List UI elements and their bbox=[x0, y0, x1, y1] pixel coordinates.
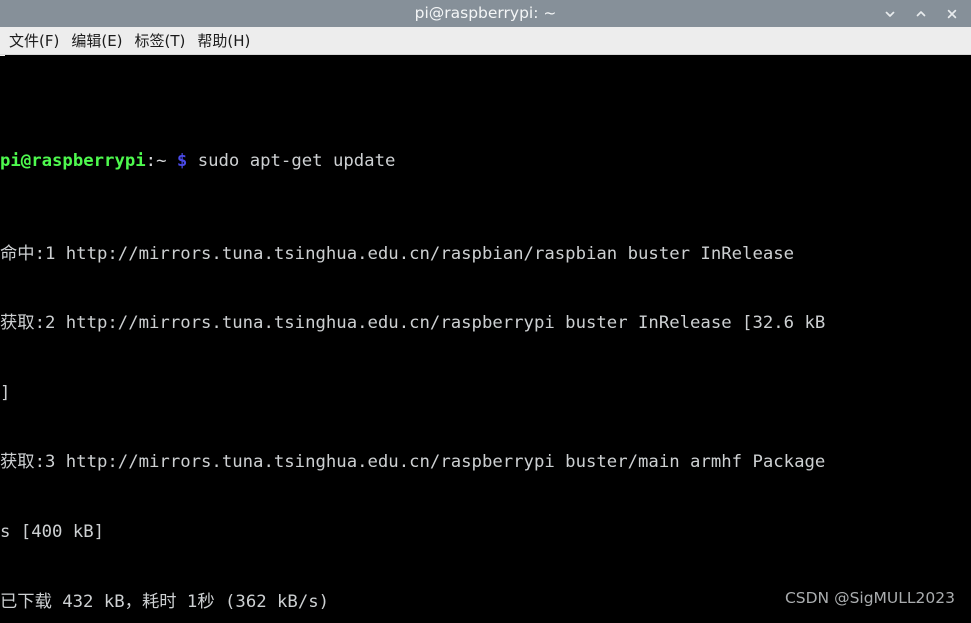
terminal-command-text: sudo apt-get update bbox=[197, 150, 396, 171]
prompt-sigil: $ bbox=[176, 150, 188, 171]
terminal-line-output: 命中:1 http://mirrors.tuna.tsinghua.edu.cn… bbox=[0, 243, 795, 264]
minimize-icon[interactable] bbox=[874, 0, 905, 27]
close-icon[interactable] bbox=[936, 0, 967, 27]
title-bar[interactable]: pi@raspberrypi: ~ bbox=[0, 0, 971, 27]
prompt-path: ~ bbox=[156, 150, 167, 171]
terminal-output: pi@raspberrypi:~ $ sudo apt-get update 命… bbox=[0, 56, 971, 623]
terminal-window: pi@raspberrypi: ~ 文件(F) 编辑(E) 标签(T) 帮助(H… bbox=[0, 0, 971, 623]
menu-item-file[interactable]: 文件(F) bbox=[3, 28, 65, 54]
menu-item-help[interactable]: 帮助(H) bbox=[191, 28, 256, 54]
terminal-line-output: s [400 kB] bbox=[0, 521, 105, 542]
window-controls bbox=[874, 0, 967, 27]
maximize-icon[interactable] bbox=[905, 0, 936, 27]
terminal-line-output: 获取:3 http://mirrors.tuna.tsinghua.edu.cn… bbox=[0, 452, 826, 473]
prompt-separator: : bbox=[145, 150, 157, 171]
menu-item-tabs[interactable]: 标签(T) bbox=[129, 28, 192, 54]
menu-bar: 文件(F) 编辑(E) 标签(T) 帮助(H) bbox=[0, 27, 971, 55]
prompt-user-host: pi@raspberrypi bbox=[0, 150, 146, 171]
window-title: pi@raspberrypi: ~ bbox=[414, 4, 557, 22]
menu-item-edit[interactable]: 编辑(E) bbox=[65, 28, 128, 54]
terminal-line-output: ] bbox=[0, 382, 11, 403]
terminal-line-output: 获取:2 http://mirrors.tuna.tsinghua.edu.cn… bbox=[0, 313, 826, 334]
watermark: CSDN @SigMULL2023 bbox=[784, 589, 955, 607]
terminal-line-command: pi@raspberrypi:~ $ sudo apt-get update bbox=[0, 150, 971, 173]
terminal-screen[interactable]: pi@raspberrypi:~ $ sudo apt-get update 命… bbox=[0, 56, 971, 623]
prompt-space2 bbox=[187, 151, 197, 171]
